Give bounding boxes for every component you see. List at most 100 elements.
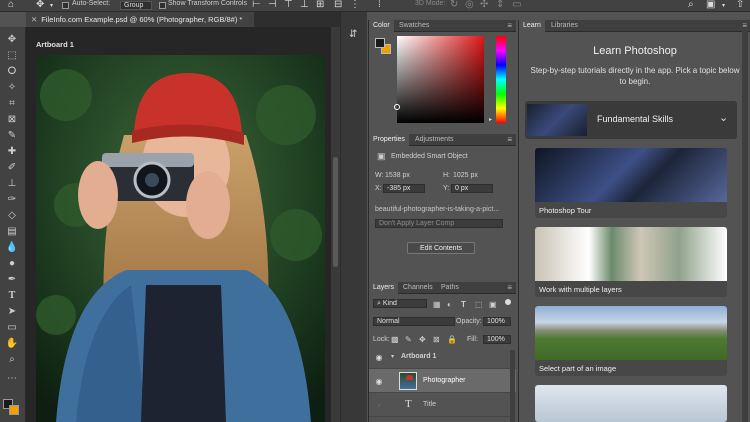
crop-tool-icon[interactable]: ⌗ (4, 98, 20, 110)
edit-contents-button[interactable]: Edit Contents (407, 242, 475, 254)
align-left-icon[interactable]: ⊢ (252, 0, 261, 10)
tab-color[interactable]: Color (369, 20, 394, 32)
home-icon[interactable]: ⌂ (8, 0, 14, 10)
layer-row-title[interactable]: ▫ T Title (369, 393, 516, 417)
lock-transparent-icon[interactable]: ▩ (391, 335, 399, 344)
eyedropper-icon[interactable]: ✎ (4, 130, 20, 142)
more-tools-icon[interactable]: ⋯ (4, 373, 20, 385)
layer-row-photographer[interactable]: ◉ Photographer (369, 369, 516, 393)
eye-icon[interactable]: ◉ (373, 377, 385, 386)
scrollbar-thumb[interactable] (333, 157, 338, 267)
background-color-swatch[interactable] (9, 405, 19, 415)
lock-pixels-icon[interactable]: ✎ (405, 335, 412, 344)
rectangle-tool-icon[interactable]: ▭ (4, 322, 20, 334)
3d-scale-icon[interactable]: ▭ (512, 0, 521, 10)
healing-brush-icon[interactable]: ✚ (4, 146, 20, 158)
layer-row-artboard[interactable]: ◉ ▾ Artboard 1 (369, 346, 516, 369)
history-brush-icon[interactable]: ✑ (4, 194, 20, 206)
filter-shape-icon[interactable]: ⬚ (475, 300, 483, 309)
tutorial-card-next[interactable] (535, 385, 727, 422)
align-center-icon[interactable]: ⊣ (268, 0, 277, 10)
chevron-down-icon[interactable]: ▾ (391, 353, 394, 360)
magic-wand-icon[interactable]: ✧ (4, 82, 20, 94)
brush-tool-icon[interactable]: ✐ (4, 162, 20, 174)
workspace-icon[interactable]: ▣ (706, 0, 715, 10)
align-right-icon[interactable]: ⊤ (284, 0, 293, 10)
eye-icon[interactable]: ◉ (373, 353, 385, 362)
fill-field[interactable]: 100% (483, 335, 511, 344)
tutorial-card-photoshop-tour[interactable]: Photoshop Tour (535, 148, 727, 218)
lock-position-icon[interactable]: ✥ (419, 335, 426, 344)
history-panel-icon[interactable]: ⇵ (349, 29, 357, 40)
chevron-down-icon[interactable]: ▾ (722, 2, 725, 9)
y-position-field[interactable]: 0 px (451, 184, 493, 193)
align-top-icon[interactable]: ⊥ (300, 0, 309, 10)
filter-type-icon[interactable]: T (461, 300, 466, 309)
panel-menu-icon[interactable]: ≡ (507, 135, 512, 144)
filter-adjustment-icon[interactable]: ◐ (447, 300, 452, 309)
chevron-down-icon[interactable]: ▾ (50, 2, 53, 9)
foreground-swatch[interactable] (375, 38, 385, 48)
color-field[interactable] (394, 36, 484, 123)
pen-tool-icon[interactable]: ✒ (4, 274, 20, 286)
more-options-icon[interactable]: ⁞ (378, 0, 381, 10)
lock-all-icon[interactable]: 🔒 (447, 335, 457, 344)
share-icon[interactable]: ⇧ (736, 0, 744, 10)
auto-select-checkbox[interactable] (62, 2, 69, 9)
3d-roll-icon[interactable]: ◎ (465, 0, 474, 10)
tab-channels[interactable]: Channels (399, 282, 437, 294)
3d-drag-icon[interactable]: ✣ (480, 0, 488, 10)
transform-controls-checkbox[interactable] (159, 2, 166, 9)
clone-stamp-icon[interactable]: ⊥ (4, 178, 20, 190)
dodge-tool-icon[interactable]: ● (4, 258, 20, 270)
color-picker-cursor[interactable] (394, 104, 400, 110)
x-position-field[interactable]: -385 px (383, 184, 425, 193)
close-tab-icon[interactable]: ✕ (31, 15, 37, 24)
move-tool-icon[interactable]: ✥ (4, 34, 20, 46)
tab-paths[interactable]: Paths (437, 282, 463, 294)
learn-scrollbar[interactable] (742, 28, 748, 422)
eraser-tool-icon[interactable]: ◇ (4, 210, 20, 222)
tutorial-card-select[interactable]: Select part of an image (535, 306, 727, 376)
path-selection-icon[interactable]: ➤ (4, 306, 20, 318)
tab-properties[interactable]: Properties (369, 134, 409, 146)
search-icon[interactable]: ⌕ (688, 0, 694, 10)
auto-select-dropdown[interactable]: Group (120, 1, 152, 10)
3d-rotate-icon[interactable]: ↻ (450, 0, 458, 10)
distribute-icon[interactable]: ⋮ (350, 0, 360, 10)
lock-artboard-icon[interactable]: ⊠ (433, 335, 440, 344)
move-tool-icon[interactable]: ✥ (36, 0, 44, 10)
canvas-scrollbar[interactable] (331, 27, 340, 422)
tab-learn[interactable]: Learn (519, 20, 545, 32)
opacity-field[interactable]: 100% (483, 317, 511, 326)
frame-tool-icon[interactable]: ⊠ (4, 114, 20, 126)
fundamental-skills-section[interactable]: Fundamental Skills ⌄ (525, 101, 737, 139)
hue-slider-handle-icon[interactable]: ▸ (489, 116, 492, 123)
layers-scrollbar[interactable] (510, 350, 515, 422)
canvas-area[interactable]: Artboard 1 (26, 27, 331, 422)
eye-hidden-icon[interactable]: ▫ (373, 401, 385, 410)
3d-slide-icon[interactable]: ⇕ (496, 0, 504, 10)
hue-slider[interactable] (496, 36, 506, 123)
blend-mode-dropdown[interactable]: Normal (373, 317, 455, 326)
type-tool-icon[interactable]: T (4, 290, 20, 302)
tab-layers[interactable]: Layers (369, 282, 399, 294)
layer-filter-dropdown[interactable]: ⌕ Kind (373, 299, 427, 308)
width-value[interactable]: 1538 px (385, 172, 410, 179)
panel-menu-icon[interactable]: ≡ (507, 21, 512, 30)
artboard-label[interactable]: Artboard 1 (36, 40, 74, 49)
zoom-tool-icon[interactable]: ⌕ (4, 354, 20, 366)
filter-pixel-icon[interactable]: ▦ (433, 300, 441, 309)
blur-tool-icon[interactable]: 💧 (4, 242, 20, 254)
tutorial-card-layers[interactable]: Work with multiple layers (535, 227, 727, 297)
tab-adjustments[interactable]: Adjustments (411, 134, 458, 146)
hand-tool-icon[interactable]: ✋ (4, 338, 20, 350)
height-value[interactable]: 1025 px (453, 172, 478, 179)
align-middle-icon[interactable]: ⊞ (316, 0, 324, 10)
artboard-marquee-icon[interactable]: ⬚ (4, 50, 20, 62)
filter-smart-object-icon[interactable]: ▣ (489, 300, 497, 309)
tab-swatches[interactable]: Swatches (395, 20, 433, 32)
chevron-down-icon[interactable]: ⌄ (719, 111, 728, 124)
layer-comp-dropdown[interactable]: Don't Apply Layer Comp (375, 219, 503, 228)
tab-libraries[interactable]: Libraries (547, 20, 582, 32)
